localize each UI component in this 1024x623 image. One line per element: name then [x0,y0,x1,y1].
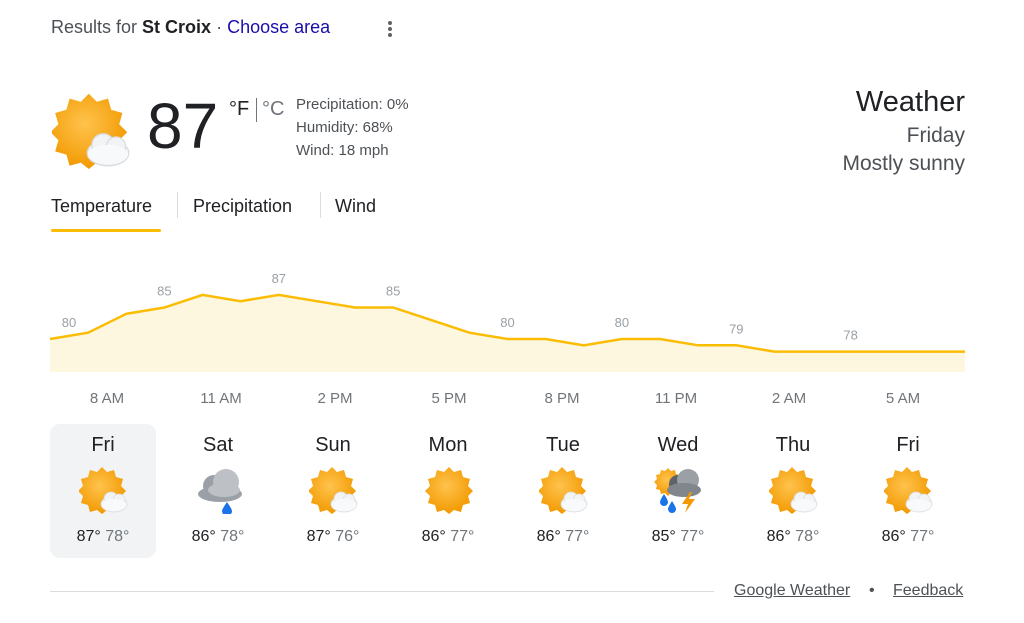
tab-divider [320,192,321,218]
forecast-day-sun[interactable]: Sun 87° 76° [280,424,386,558]
x-tick-label: 2 PM [317,390,353,407]
footer-separator: • [869,582,875,599]
data-label: 80 [500,315,514,330]
high-temp: 86° [536,528,561,545]
x-tick-label: 2 AM [771,390,807,407]
tab-divider [177,192,178,218]
low-temp: 77° [450,528,475,545]
data-label: 80 [62,315,76,330]
data-label: 78 [843,328,857,343]
selected-tab-indicator [51,229,161,232]
high-temp: 87° [76,528,101,545]
forecast-day-tue[interactable]: Tue 86° 77° [510,424,616,558]
unit-divider [256,98,257,122]
x-tick-label: 5 AM [885,390,921,407]
partly-sunny-icon [884,464,934,514]
fahrenheit-toggle[interactable]: °F [229,98,249,121]
low-temp: 78° [220,528,245,545]
thunderstorm-icon [654,464,704,514]
data-label: 80 [615,315,629,330]
day-temps: 86° 78° [740,528,846,546]
feedback-link[interactable]: Feedback [893,582,963,600]
results-prefix: Results for [51,17,138,37]
tab-temperature[interactable]: Temperature [51,196,152,217]
day-temps: 87° 78° [50,528,156,546]
wind-stat: Wind: 18 mph [296,142,389,159]
day-name: Wed [657,434,699,456]
day-temps: 86° 77° [395,528,501,546]
forecast-day-sat[interactable]: Sat 86° 78° [165,424,271,558]
sunny-icon [424,464,474,514]
location-name: St Croix [142,17,212,37]
low-temp: 77° [910,528,935,545]
data-label: 85 [386,284,400,299]
forecast-day-fri-next[interactable]: Fri 86° 77° [855,424,961,558]
high-temp: 87° [306,528,331,545]
high-temp: 86° [881,528,906,545]
tab-wind[interactable]: Wind [335,196,376,217]
day-name: Fri [91,434,115,456]
data-label: 87 [272,271,286,286]
x-tick-label: 11 AM [200,390,242,407]
data-label: 79 [729,321,743,336]
forecast-day-thu[interactable]: Thu 86° 78° [740,424,846,558]
low-temp: 77° [680,528,705,545]
day-name: Sun [315,434,351,456]
current-day: Friday [906,124,965,147]
day-name: Mon [428,434,468,456]
high-temp: 86° [191,528,216,545]
current-condition: Mostly sunny [842,152,965,175]
partly-sunny-icon [79,464,129,514]
weather-title: Weather [855,86,965,118]
humidity-stat: Humidity: 68% [296,119,393,136]
partly-sunny-icon [309,464,359,514]
day-name: Thu [775,434,811,456]
x-tick-label: 11 PM [654,390,698,407]
temperature-chart: 80 85 87 85 80 80 79 78 [49,271,965,372]
day-temps: 87° 76° [280,528,386,546]
rain-cloud-icon [194,464,244,514]
low-temp: 76° [335,528,360,545]
google-weather-link[interactable]: Google Weather [734,582,850,600]
celsius-toggle[interactable]: °C [262,98,284,121]
day-name: Sat [202,434,234,456]
day-temps: 86° 77° [855,528,961,546]
separator-dot: · [216,17,223,37]
partly-sunny-icon [769,464,819,514]
choose-area-link[interactable]: Choose area [227,17,330,37]
temperature-area [50,294,965,372]
partly-sunny-icon [539,464,589,514]
current-temperature: 87 [147,90,219,162]
low-temp: 78° [795,528,820,545]
footer-divider [50,591,714,592]
precipitation-stat: Precipitation: 0% [296,96,409,113]
results-line: Results for St Croix · Choose area [51,17,330,38]
data-label: 85 [157,284,171,299]
x-tick-label: 8 PM [544,390,580,407]
day-temps: 85° 77° [625,528,731,546]
day-temps: 86° 77° [510,528,616,546]
day-temps: 86° 78° [165,528,271,546]
forecast-day-fri[interactable]: Fri 87° 78° [50,424,156,558]
x-tick-label: 8 AM [89,390,125,407]
high-temp: 86° [421,528,446,545]
high-temp: 86° [766,528,791,545]
forecast-day-wed[interactable]: Wed 85° 77° [625,424,731,558]
forecast-day-mon[interactable]: Mon 86° 77° [395,424,501,558]
tab-precipitation[interactable]: Precipitation [193,196,292,217]
partly-sunny-icon [50,89,134,169]
x-tick-label: 5 PM [431,390,467,407]
low-temp: 78° [105,528,130,545]
high-temp: 85° [651,528,676,545]
day-name: Fri [896,434,920,456]
low-temp: 77° [565,528,590,545]
day-name: Tue [546,434,580,456]
more-options-icon[interactable] [380,14,400,42]
